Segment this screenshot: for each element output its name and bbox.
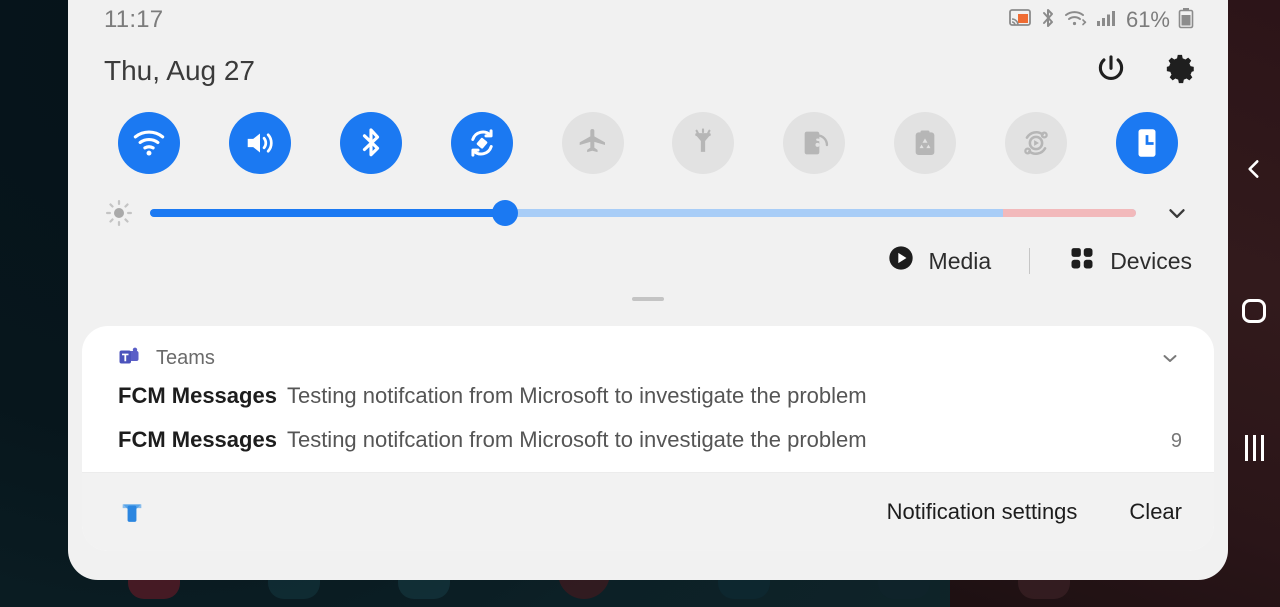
notification-row[interactable]: FCM Messages Testing notifcation from Mi… xyxy=(82,418,1214,462)
home-square-icon[interactable] xyxy=(1242,299,1266,323)
devices-label: Devices xyxy=(1110,247,1192,274)
power-saving-icon[interactable] xyxy=(893,112,956,174)
bluetooth-icon xyxy=(1040,7,1056,34)
gear-icon[interactable] xyxy=(1164,52,1198,91)
notification-body: Testing notifcation from Microsoft to in… xyxy=(286,383,867,408)
media-devices-divider xyxy=(1029,248,1031,274)
brightness-row xyxy=(68,174,1228,234)
bluetooth-icon[interactable] xyxy=(339,112,402,174)
notification-title: FCM Messages xyxy=(118,427,277,452)
play-circle-icon xyxy=(887,244,915,278)
chevron-left-icon[interactable] xyxy=(1241,156,1267,187)
grid-dots-icon xyxy=(1068,244,1096,278)
auto-rotate-icon[interactable] xyxy=(450,112,513,174)
brightness-expand-button[interactable] xyxy=(1154,200,1200,226)
notification-footer: Notification settings Clear xyxy=(82,473,1214,551)
shade-drag-handle-area[interactable] xyxy=(68,278,1228,301)
notification-app-name: Teams xyxy=(156,346,215,369)
notification-group: Teams FCM Messages Testing notifcation f… xyxy=(82,326,1214,473)
qs-tile-blue-light-filter[interactable] xyxy=(1091,112,1202,174)
qs-tile-wifi[interactable] xyxy=(94,112,205,174)
qs-tile-bluetooth[interactable] xyxy=(316,112,427,174)
battery-percentage: 61% xyxy=(1125,7,1170,32)
quick-settings-tiles xyxy=(68,102,1228,174)
notification-header: Teams xyxy=(82,340,1214,374)
qs-tile-power-saving[interactable] xyxy=(870,112,981,174)
status-bar-icons: 61% xyxy=(1008,7,1194,34)
media-label: Media xyxy=(928,247,992,274)
notification-title: FCM Messages xyxy=(118,383,277,408)
airplane-icon[interactable] xyxy=(561,112,624,174)
flashlight-icon[interactable] xyxy=(672,112,735,174)
mobile-data-icon[interactable] xyxy=(783,112,846,174)
brightness-icon xyxy=(100,198,138,228)
navigation-bar xyxy=(1228,0,1280,607)
wifi-icon xyxy=(1064,8,1088,33)
notification-row[interactable]: FCM Messages Testing notifcation from Mi… xyxy=(82,374,1214,418)
qs-tile-airplane-mode[interactable] xyxy=(537,112,648,174)
notification-shade: 11:17 61% Thu, Aug 27 Media Devices Team… xyxy=(68,0,1228,580)
date-text: Thu, Aug 27 xyxy=(104,55,256,86)
brightness-thumb[interactable] xyxy=(491,200,518,226)
notification-body: Testing notifcation from Microsoft to in… xyxy=(286,427,867,452)
notification-count: 9 xyxy=(1170,430,1182,452)
date-row: Thu, Aug 27 xyxy=(68,40,1228,102)
notification-collapse-button[interactable] xyxy=(1158,346,1182,370)
qs-tile-sound[interactable] xyxy=(205,112,316,174)
signal-icon xyxy=(1096,8,1116,33)
power-icon[interactable] xyxy=(1094,52,1128,91)
brightness-slider[interactable] xyxy=(150,200,1136,226)
blue-light-filter-icon[interactable] xyxy=(1115,112,1178,174)
device-notification-icon[interactable] xyxy=(118,498,146,526)
status-bar: 11:17 61% xyxy=(68,0,1228,40)
brightness-fill xyxy=(150,209,505,217)
teams-icon xyxy=(118,347,140,369)
drag-handle[interactable] xyxy=(632,297,664,301)
wifi-icon[interactable] xyxy=(118,112,181,174)
clear-button[interactable]: Clear xyxy=(1129,499,1182,525)
header-actions xyxy=(1094,52,1198,91)
media-button[interactable]: Media xyxy=(887,244,992,278)
brightness-warm-zone xyxy=(1002,209,1136,217)
notification-card: Teams FCM Messages Testing notifcation f… xyxy=(82,326,1214,551)
qs-tile-flashlight[interactable] xyxy=(648,112,759,174)
devices-button[interactable]: Devices xyxy=(1068,244,1192,278)
battery-icon xyxy=(1178,7,1194,34)
smart-view-icon[interactable] xyxy=(1004,112,1067,174)
recents-bars-icon[interactable] xyxy=(1244,435,1264,461)
media-devices-row: Media Devices xyxy=(68,234,1228,278)
qs-tile-mobile-data[interactable] xyxy=(759,112,870,174)
qs-tile-auto-rotate[interactable] xyxy=(426,112,537,174)
status-clock: 11:17 xyxy=(104,6,164,33)
notification-footer-actions: Notification settings Clear xyxy=(887,499,1182,525)
qs-tile-smart-view[interactable] xyxy=(980,112,1091,174)
notification-settings-button[interactable]: Notification settings xyxy=(887,499,1078,525)
volume-icon[interactable] xyxy=(229,112,292,174)
smart-view-cast-icon xyxy=(1008,8,1032,33)
